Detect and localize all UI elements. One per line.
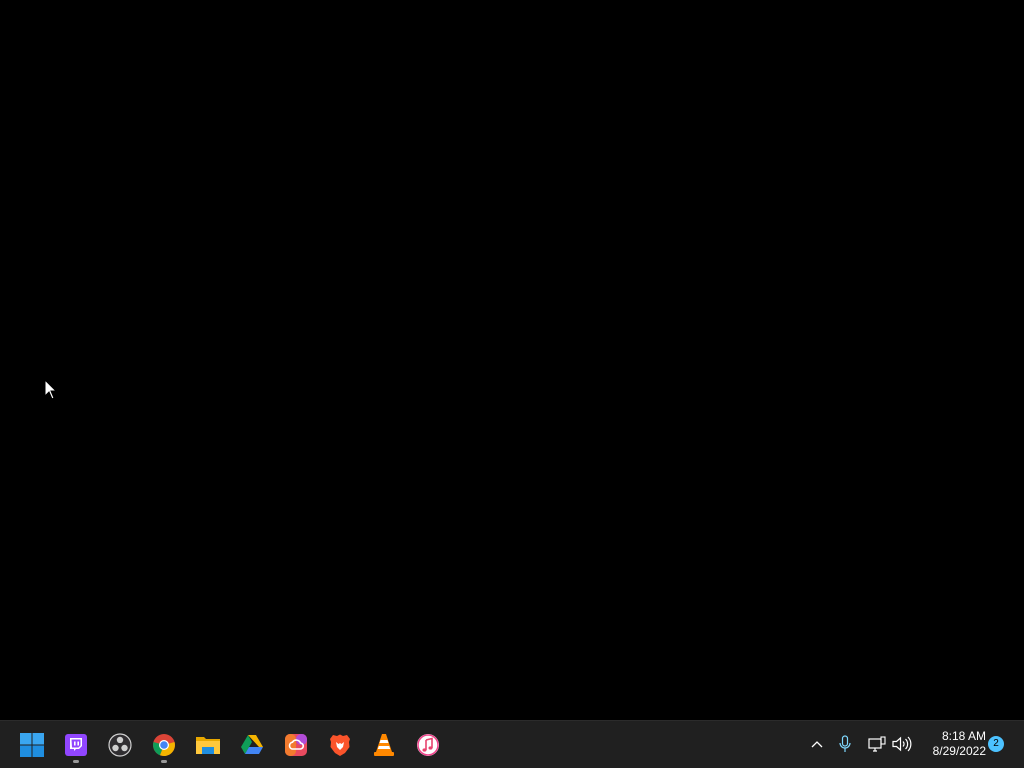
folder-icon [196, 737, 220, 754]
obs-icon [108, 733, 132, 757]
running-indicator [73, 760, 79, 763]
network-icon [868, 736, 886, 752]
obs-app[interactable] [100, 725, 140, 765]
brave-app[interactable] [320, 725, 360, 765]
microphone-icon [839, 735, 851, 752]
file-explorer-app[interactable] [188, 725, 228, 765]
show-hidden-icons-button[interactable] [806, 733, 828, 755]
twitch-app[interactable] [56, 725, 96, 765]
creative-cloud-icon [285, 734, 307, 756]
google-drive-icon [241, 735, 263, 754]
itunes-app[interactable] [408, 725, 448, 765]
chevron-up-icon [811, 741, 823, 748]
chrome-icon [153, 734, 175, 757]
running-indicator [161, 760, 167, 763]
creative-cloud-app[interactable] [276, 725, 316, 765]
start-button[interactable] [12, 725, 52, 765]
clock-time: 8:18 AM [941, 729, 986, 743]
windows-logo-icon [20, 733, 44, 757]
desktop[interactable] [0, 0, 1024, 720]
taskbar: 8:18 AM 8/29/2022 [0, 720, 1024, 768]
vlc-app[interactable] [364, 725, 404, 765]
vlc-cone-icon [374, 734, 394, 756]
volume-icon [892, 736, 912, 752]
google-drive-app[interactable] [232, 725, 272, 765]
twitch-icon [65, 734, 87, 756]
clock-button[interactable]: 8:18 AM 8/29/2022 [918, 729, 986, 759]
brave-lion-icon [330, 734, 350, 756]
chrome-app[interactable] [144, 725, 184, 765]
mouse-cursor-icon [44, 379, 58, 400]
volume-button[interactable] [891, 733, 913, 755]
itunes-music-icon [417, 734, 439, 756]
clock-date: 8/29/2022 [932, 744, 986, 758]
notification-badge[interactable]: 2 [988, 736, 1004, 752]
microphone-button[interactable] [834, 733, 856, 755]
network-button[interactable] [866, 733, 888, 755]
